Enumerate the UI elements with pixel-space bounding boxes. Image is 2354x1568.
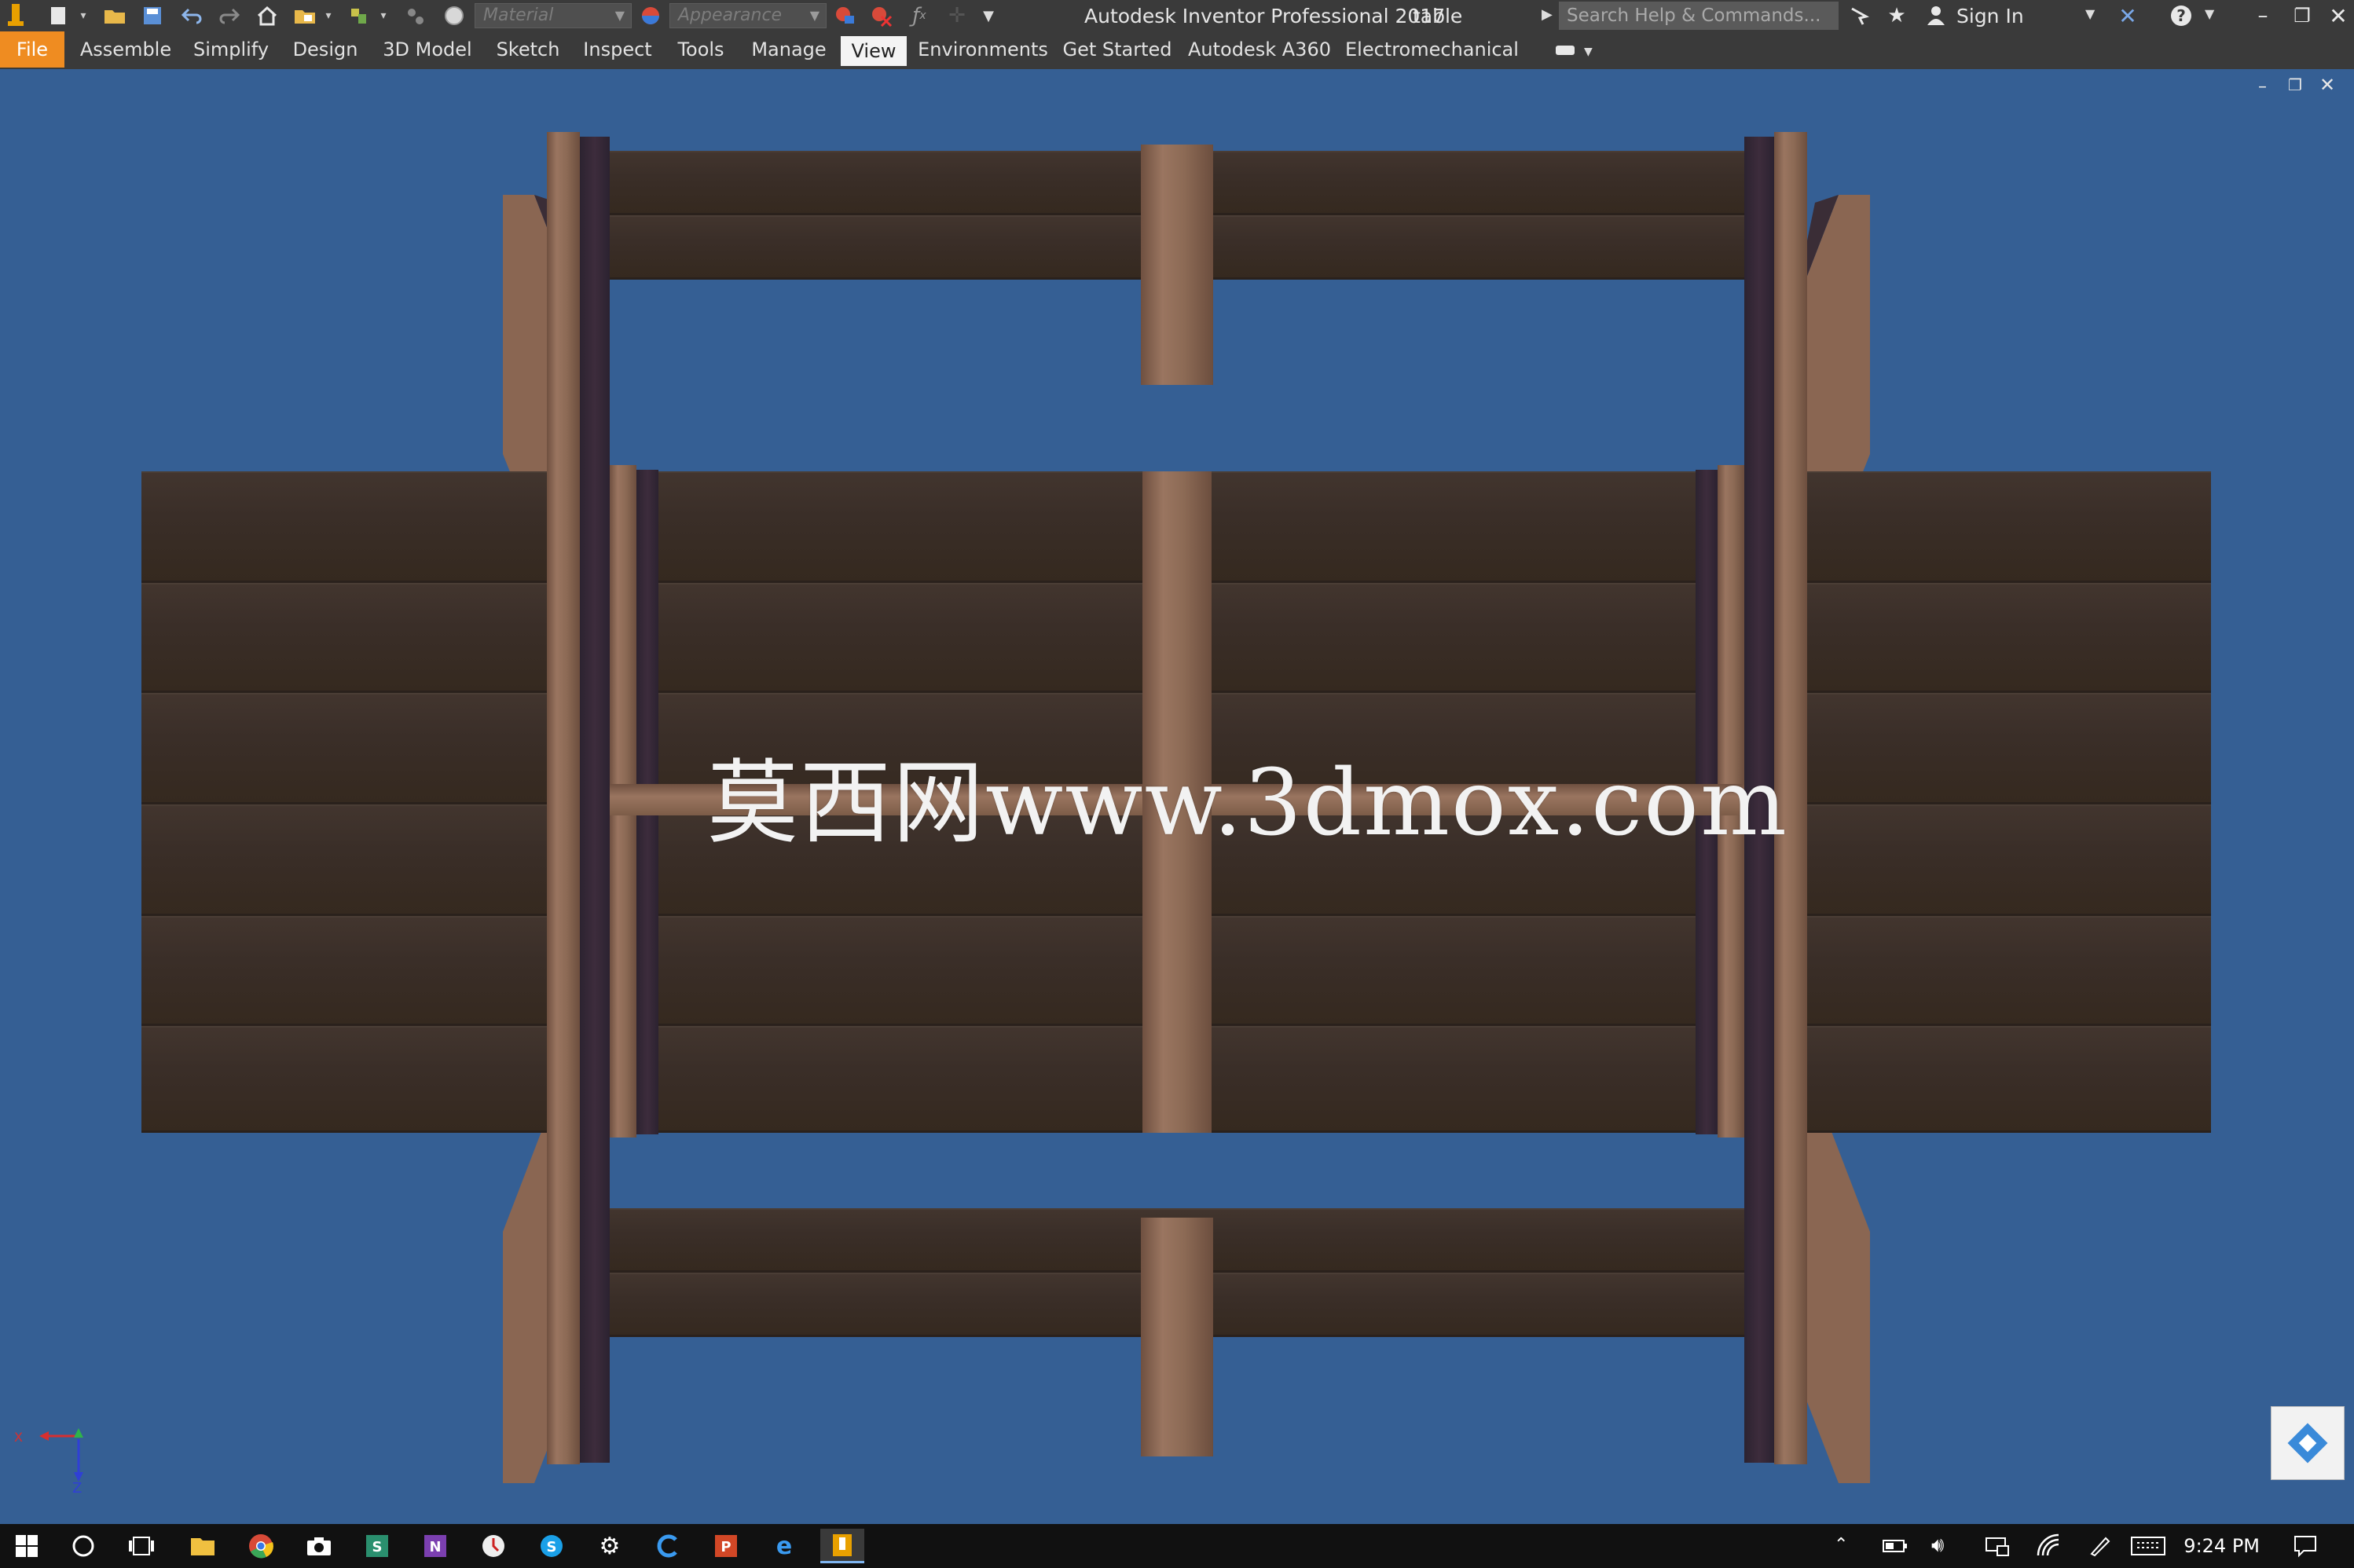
top-bench-crossbar (1141, 145, 1213, 385)
app-title: Autodesk Inventor Professional 2017 (1084, 5, 1446, 27)
minimize-window-icon[interactable]: – (2249, 2, 2277, 30)
sign-in-dropdown-icon[interactable]: ▼ (2085, 6, 2095, 21)
touch-keyboard-icon[interactable] (2131, 1537, 2165, 1559)
adjust-appearance-icon[interactable] (831, 2, 860, 30)
restore-window-icon[interactable]: ❐ (2288, 2, 2316, 30)
material-dropdown[interactable]: Material ▼ (475, 3, 632, 28)
view-cube-button[interactable] (2271, 1406, 2345, 1480)
favorites-star-icon[interactable]: ★ (1883, 2, 1911, 30)
tab-3d-model[interactable]: 3D Model (377, 31, 478, 68)
display-project-icon[interactable] (1985, 1535, 2010, 1560)
show-hidden-icons-icon[interactable]: ⌃ (1834, 1535, 1848, 1555)
taskbar-clock[interactable]: 9:24 PM (2184, 1524, 2260, 1568)
tab-view[interactable]: View (841, 36, 907, 66)
new-file-icon[interactable] (44, 2, 72, 30)
color-override-icon[interactable] (440, 2, 468, 30)
help-icon[interactable]: ? (2167, 2, 2195, 30)
subscription-icon[interactable] (1845, 2, 1873, 30)
tab-assemble[interactable]: Assemble (75, 31, 176, 68)
svg-text:e: e (776, 1533, 792, 1559)
cortana-search-icon[interactable] (66, 1529, 101, 1563)
undo-icon[interactable] (178, 2, 206, 30)
save-icon[interactable] (138, 2, 167, 30)
svg-text:▼: ▼ (1584, 46, 1593, 58)
ribbon-tab-bar: File Assemble Simplify Design 3D Model S… (0, 31, 2354, 70)
select-dropdown-icon[interactable]: ▾ (376, 2, 391, 30)
update-icon[interactable] (401, 2, 429, 30)
svg-text:P: P (720, 1539, 731, 1555)
open-folder-icon[interactable] (101, 2, 129, 30)
onenote-icon[interactable]: N (418, 1529, 453, 1563)
svg-text:N: N (429, 1539, 441, 1555)
home-icon[interactable] (253, 2, 281, 30)
sway-icon[interactable]: S (360, 1529, 394, 1563)
redo-icon[interactable] (215, 2, 244, 30)
tab-electromechanical[interactable]: Electromechanical (1345, 31, 1519, 68)
action-center-icon[interactable] (2293, 1533, 2318, 1562)
tab-tools[interactable]: Tools (669, 31, 732, 68)
svg-text:?: ? (2176, 6, 2186, 25)
frame-beam-left-shadow (580, 137, 610, 1463)
appearance-sphere-icon[interactable] (636, 2, 665, 30)
task-view-icon[interactable] (124, 1529, 159, 1563)
measure-icon: ✛ (948, 4, 966, 27)
search-expand-icon[interactable]: ▶ (1542, 6, 1553, 23)
tab-file[interactable]: File (0, 31, 64, 68)
panel-display-toggle-icon[interactable]: ▼ (1553, 39, 1593, 61)
settings-gear-icon[interactable]: ⚙ (592, 1529, 627, 1563)
graphics-viewport[interactable]: – ❐ ✕ 莫西网www.3dmox.com X Z (0, 69, 2354, 1524)
sign-in-link[interactable]: Sign In (1956, 3, 2024, 30)
tab-manage[interactable]: Manage (745, 31, 833, 68)
volume-icon[interactable]: 🔊︎ (1931, 1533, 1944, 1558)
exchange-apps-icon[interactable]: ✕ (2114, 2, 2142, 30)
axis-x-label: X (14, 1430, 23, 1445)
help-dropdown-icon[interactable]: ▼ (2205, 6, 2214, 21)
chrome-icon[interactable] (244, 1529, 278, 1563)
bottom-bench-crossbar (1141, 1218, 1213, 1456)
battery-icon[interactable] (1883, 1538, 1908, 1557)
svg-text:S: S (547, 1539, 557, 1555)
file-explorer-icon[interactable] (185, 1529, 220, 1563)
cortana-c-icon[interactable] (651, 1529, 685, 1563)
inventor-logo-icon[interactable] (2, 2, 30, 30)
clear-appearance-icon[interactable] (867, 2, 896, 30)
wifi-icon[interactable] (2037, 1533, 2062, 1560)
tab-get-started[interactable]: Get Started (1061, 31, 1174, 68)
axis-z-label: Z (72, 1480, 82, 1497)
svg-text:S: S (372, 1539, 383, 1555)
customize-toolbar-icon[interactable]: ▼ (974, 2, 1003, 30)
document-title: table (1413, 5, 1463, 27)
user-icon[interactable] (1922, 2, 1950, 30)
camera-icon[interactable] (302, 1529, 336, 1563)
project-icon[interactable] (291, 2, 319, 30)
windows-start-icon[interactable] (9, 1529, 44, 1563)
tab-environments[interactable]: Environments (918, 31, 1048, 68)
fx-parameters-icon[interactable]: ƒx (905, 2, 933, 30)
windows-taskbar: S N S ⚙ P e ⌃ 🔊︎ 9:24 PM (0, 1524, 2354, 1568)
pen-ink-icon[interactable] (2087, 1533, 2112, 1560)
close-window-icon[interactable]: ✕ (2324, 2, 2352, 30)
inventor-taskbar-icon[interactable] (820, 1529, 864, 1563)
search-input[interactable] (1559, 2, 1839, 30)
tab-sketch[interactable]: Sketch (490, 31, 566, 68)
tab-design[interactable]: Design (286, 31, 365, 68)
tab-autodesk-a360[interactable]: Autodesk A360 (1186, 31, 1333, 68)
select-priority-icon[interactable] (346, 2, 374, 30)
tab-simplify[interactable]: Simplify (189, 31, 273, 68)
powerpoint-icon[interactable]: P (709, 1529, 743, 1563)
watermark-text: 莫西网www.3dmox.com (707, 750, 1788, 856)
clock-app-icon[interactable] (476, 1529, 511, 1563)
frame-beam-left (547, 132, 580, 1464)
view-cube-icon (2287, 1423, 2328, 1464)
tab-inspect[interactable]: Inspect (578, 31, 657, 68)
new-dropdown-icon[interactable]: ▾ (75, 2, 91, 30)
skype-icon[interactable]: S (534, 1529, 569, 1563)
appearance-dropdown[interactable]: Appearance ▼ (669, 3, 827, 28)
edge-browser-icon[interactable]: e (767, 1529, 801, 1563)
project-dropdown-icon[interactable]: ▾ (321, 2, 336, 30)
title-bar: ▾ ▾ ▾ Material ▼ Appearance ▼ ƒx ✛ ▼ Aut… (0, 0, 2354, 31)
